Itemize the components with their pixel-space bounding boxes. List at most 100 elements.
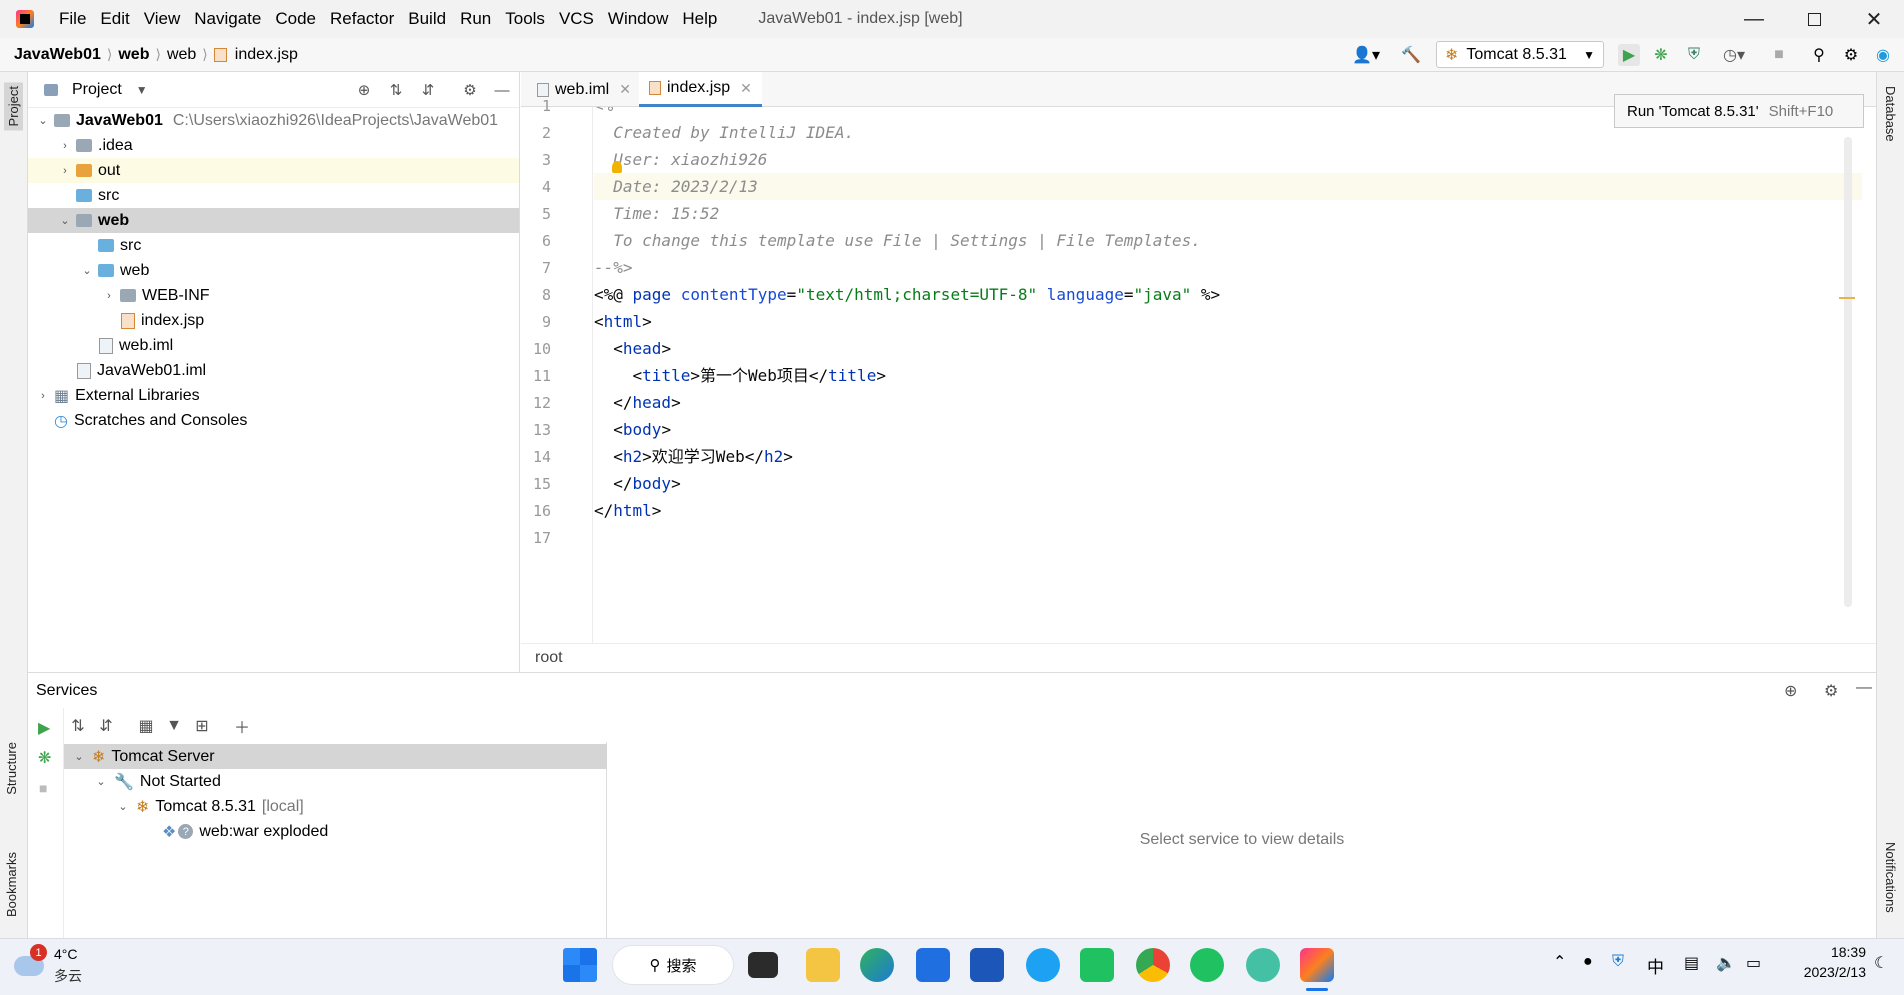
ie-browser-icon[interactable] [1026,948,1060,982]
service-tomcat-server[interactable]: ⌄ ❄ Tomcat Server [64,744,607,769]
show-hidden-icons-chevron-icon[interactable]: ⌃ [1553,952,1566,972]
intellij-taskbar-icon[interactable] [1300,948,1334,982]
breadcrumb-file[interactable]: index.jsp [231,46,302,64]
tree-item-web-inf[interactable]: › WEB-INF [28,283,519,308]
gear-icon[interactable]: ⚙ [1840,44,1862,66]
tree-item-out[interactable]: › out [28,158,519,183]
gear-icon[interactable]: ⚙ [1824,681,1838,701]
chevron-right-icon[interactable]: › [102,290,116,302]
battery-icon[interactable]: ▭ [1746,953,1761,973]
structure-tool-tab[interactable]: Structure [4,742,19,795]
database-tool-tab[interactable]: Database [1883,86,1898,142]
clock-date[interactable]: 2023/2/13 [1776,964,1866,980]
notifications-tool-tab[interactable]: Notifications [1883,842,1898,913]
service-web-war-exploded[interactable]: ❖ ? web:war exploded [64,819,607,844]
user-icon[interactable]: 👤▾ [1350,44,1382,66]
stop-icon[interactable]: ■ [39,780,47,796]
breadcrumb-module[interactable]: web [114,46,153,64]
tab-index-jsp[interactable]: index.jsp ✕ [639,72,762,107]
security-shield-icon[interactable]: ⛨ [1612,953,1624,971]
menu-build[interactable]: Build [401,0,453,38]
tree-item-web-src[interactable]: src [28,233,519,258]
collapse-all-icon[interactable]: ⇵ [92,712,120,740]
menu-navigate[interactable]: Navigate [187,0,268,38]
close-tab-icon[interactable]: ✕ [619,81,631,98]
clock-time[interactable]: 18:39 [1786,944,1866,960]
file-explorer-icon[interactable] [806,948,840,982]
build-hammer-icon[interactable]: 🔨 [1400,44,1422,66]
network-icon[interactable]: ▤ [1684,953,1699,973]
expand-all-icon[interactable]: ⇅ [386,80,406,100]
windows-start-icon[interactable] [563,948,597,982]
weather-temp[interactable]: 4°C [54,946,78,962]
lightbulb-icon[interactable] [612,161,622,173]
tree-item-web-module[interactable]: ⌄ web [28,208,519,233]
tree-item-src[interactable]: src [28,183,519,208]
menu-view[interactable]: View [137,0,188,38]
tree-item-idea[interactable]: › .idea [28,133,519,158]
stop-icon[interactable]: ■ [1768,44,1790,66]
chevron-right-icon[interactable]: › [58,165,72,177]
collapse-all-icon[interactable]: ⇵ [418,80,438,100]
task-view-icon[interactable] [748,952,778,978]
code-editor[interactable]: <%-- Created by IntelliJ IDEA. User: xia… [594,107,1862,643]
chevron-down-icon[interactable]: ⌄ [80,264,94,277]
locate-icon[interactable]: ⊕ [1784,681,1797,701]
menu-refactor[interactable]: Refactor [323,0,401,38]
add-service-icon[interactable]: ＋ [228,712,256,740]
bookmarks-tool-tab[interactable]: Bookmarks [4,852,19,917]
chrome-icon[interactable] [1136,948,1170,982]
menu-tools[interactable]: Tools [498,0,552,38]
breadcrumb-root[interactable]: root [535,649,563,667]
breadcrumb-project[interactable]: JavaWeb01 [10,46,105,64]
error-stripe-marker[interactable] [1839,297,1855,299]
minimize-icon[interactable]: — [1724,0,1784,38]
group-by-icon[interactable]: ▦ [132,712,160,740]
run-icon[interactable]: ▶ [38,718,50,738]
tree-item-web-folder[interactable]: ⌄ web [28,258,519,283]
chevron-down-icon[interactable]: ⌄ [36,114,50,127]
breadcrumb-folder[interactable]: web [163,46,200,64]
jetbrains-plugin-icon[interactable]: ◉ [1872,44,1894,66]
service-tomcat-local[interactable]: ⌄ ❄ Tomcat 8.5.31 [local] [64,794,607,819]
chevron-down-icon[interactable]: ⌄ [58,214,72,227]
close-tab-icon[interactable]: ✕ [740,80,752,97]
debug-icon[interactable]: ❋ [38,748,51,768]
chevron-down-icon[interactable]: ⌄ [72,750,86,763]
menu-window[interactable]: Window [601,0,675,38]
menu-run[interactable]: Run [453,0,498,38]
app-avatar-icon[interactable] [1246,948,1280,982]
project-view-selector[interactable]: Project [72,81,122,99]
debug-icon[interactable]: ❋ [1650,44,1672,66]
tree-item-javaweb01-iml[interactable]: JavaWeb01.iml [28,358,519,383]
chevron-down-icon[interactable]: ▼ [136,83,148,97]
menu-help[interactable]: Help [675,0,724,38]
close-icon[interactable]: ✕ [1844,0,1904,38]
volume-icon[interactable]: 🔈 [1716,953,1736,973]
wechat-icon[interactable] [1190,948,1224,982]
editor-scrollbar[interactable] [1844,137,1852,607]
chevron-right-icon[interactable]: › [36,390,50,402]
chevron-right-icon[interactable]: › [58,140,72,152]
weather-desc[interactable]: 多云 [54,966,82,986]
tree-item-index-jsp[interactable]: index.jsp [28,308,519,333]
taskbar-search[interactable]: ⚲ 搜索 [612,945,734,985]
run-icon[interactable]: ▶ [1618,44,1640,66]
filter-icon[interactable]: ▼ [160,712,188,740]
chevron-down-icon[interactable]: ⌄ [116,800,130,813]
notification-center-icon[interactable]: ☾ [1874,953,1888,973]
service-not-started[interactable]: ⌄ 🔧 Not Started [64,769,607,794]
qq-icon[interactable]: ● [1583,953,1593,971]
microsoft-store-icon[interactable] [970,948,1004,982]
menu-edit[interactable]: Edit [93,0,136,38]
menu-file[interactable]: File [52,0,93,38]
intellij-logo-icon[interactable] [16,10,34,28]
gear-icon[interactable]: ⚙ [460,80,480,100]
locate-file-icon[interactable]: ⊕ [354,80,374,100]
edge-browser-icon[interactable] [860,948,894,982]
maximize-icon[interactable] [1784,0,1844,38]
hide-panel-icon[interactable]: — [492,80,512,100]
hide-panel-icon[interactable]: — [1856,679,1872,697]
tree-item-web-iml[interactable]: web.iml [28,333,519,358]
app-green-icon[interactable] [1080,948,1114,982]
